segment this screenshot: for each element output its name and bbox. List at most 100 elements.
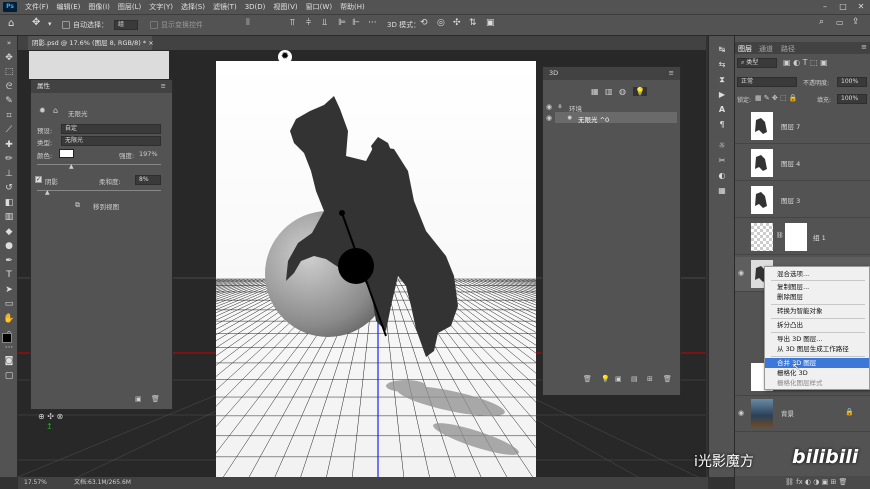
3d-delete-icon[interactable]: 🗑 — [583, 375, 592, 383]
chevron-down-icon[interactable]: ▾ — [48, 20, 52, 28]
fill-input[interactable]: 100% — [837, 94, 867, 104]
menu-item-export-3d-layer[interactable]: 导出 3D 图层... — [765, 334, 869, 344]
foreground-color-swatch[interactable] — [2, 333, 12, 343]
color-icon[interactable]: ◐ — [709, 168, 735, 183]
intensity-value[interactable]: 197% — [139, 150, 158, 158]
history-icon[interactable]: ⧗ — [709, 72, 735, 87]
menu-item-split-extrusion[interactable]: 拆分凸出 — [765, 320, 869, 330]
3d-add-icon[interactable]: ▤ — [631, 375, 638, 383]
maximize-icon[interactable]: □ — [834, 0, 852, 14]
filter-mesh-icon[interactable]: ▥ — [605, 87, 613, 96]
screen-mode-icon[interactable]: ▢ — [0, 369, 18, 384]
softness-slider-handle[interactable]: ▲ — [45, 189, 50, 196]
blend-mode-dropdown[interactable]: 正常 — [737, 77, 797, 87]
3d-axis-widget[interactable]: ⊕ ✣ ⊗ — [38, 412, 63, 421]
tab-paths[interactable]: 路径 — [781, 44, 795, 54]
toolbar-collapse-icon[interactable]: » — [0, 36, 18, 51]
scale-3d-icon[interactable]: ▣ — [486, 18, 495, 28]
menu-item-convert-smart-object[interactable]: 转换为智能对象 — [765, 306, 869, 316]
type-dropdown[interactable]: 无限光 — [61, 136, 161, 146]
menu-help[interactable]: 帮助(H) — [336, 2, 369, 12]
menu-select[interactable]: 选择(S) — [177, 2, 209, 12]
align-left-icon[interactable]: ⫴ — [246, 18, 250, 28]
intensity-slider[interactable] — [37, 164, 161, 165]
filter-scene-icon[interactable]: ▦ — [591, 87, 599, 96]
home-icon[interactable]: ⌂ — [8, 18, 14, 29]
sun-light-icon[interactable]: ✹ — [278, 50, 292, 64]
axis-gizmo-icon[interactable]: ↥ — [46, 422, 53, 431]
hand-tool-icon[interactable]: ✋ — [0, 312, 18, 327]
workspace-icon[interactable]: ▭ — [836, 18, 844, 27]
auto-select-checkbox[interactable] — [62, 21, 70, 29]
blur-tool-icon[interactable]: ◆ — [0, 225, 18, 240]
align-vcenter-icon[interactable]: ⫩ — [306, 18, 311, 28]
align-bottom-icon[interactable]: ⫫ — [322, 18, 327, 28]
show-transform-checkbox[interactable] — [150, 21, 158, 29]
slide-3d-icon[interactable]: ⇅ — [469, 18, 477, 28]
menu-3d[interactable]: 3D(D) — [241, 3, 270, 11]
layer-row[interactable]: 图层 3 — [735, 183, 870, 218]
menu-view[interactable]: 视图(V) — [269, 2, 301, 12]
layer-row[interactable]: ⛓ 组 1 — [735, 220, 870, 255]
clone-source-icon[interactable]: ✂ — [709, 153, 735, 168]
filter-light-icon[interactable]: 💡 — [633, 87, 647, 96]
menu-window[interactable]: 窗口(W) — [302, 2, 336, 12]
shadow-checkbox[interactable]: ✓ — [35, 176, 42, 183]
stamp-tool-icon[interactable]: ⊥ — [0, 167, 18, 182]
move-tool-icon[interactable]: ✥ — [32, 17, 40, 28]
move-to-view-button[interactable]: 移到视图 — [93, 201, 119, 211]
layer-name[interactable]: 图层 4 — [781, 158, 800, 168]
canvas-3d-scene[interactable] — [216, 61, 536, 479]
softness-slider[interactable] — [37, 190, 161, 191]
layer-name[interactable]: 背景 — [781, 408, 794, 418]
swatches-icon[interactable]: ▦ — [709, 183, 735, 198]
panel-add-icon[interactable]: ▣ — [135, 395, 142, 403]
align-top-icon[interactable]: ⫪ — [290, 18, 295, 28]
marquee-tool-icon[interactable]: ⬚ — [0, 65, 18, 80]
menu-layer[interactable]: 图层(L) — [114, 2, 145, 12]
layer-name[interactable]: 图层 3 — [781, 195, 800, 205]
layer-footer-icons[interactable]: ⛓ fx ◐ ◑ ▣ ⊞ 🗑 — [785, 478, 847, 486]
gradient-tool-icon[interactable]: ▥ — [0, 210, 18, 225]
softness-input[interactable]: 8% — [135, 175, 161, 185]
tab-channels[interactable]: 通道 — [759, 44, 773, 54]
rectangle-tool-icon[interactable]: ▭ — [0, 297, 18, 312]
visibility-eye-icon[interactable]: ◉ — [738, 409, 744, 417]
align-hleft-icon[interactable]: ⊫ — [338, 18, 346, 28]
crop-tool-icon[interactable]: ⌗ — [0, 109, 18, 124]
menu-file[interactable]: 文件(F) — [21, 2, 53, 12]
lock-icons[interactable]: ▦ ✎ ✥ ⬚ 🔒 — [755, 94, 798, 102]
menu-filter[interactable]: 滤镜(T) — [209, 2, 241, 12]
path-select-tool-icon[interactable]: ➤ — [0, 283, 18, 298]
layer-kind-filter[interactable]: ⌕ 类型 — [737, 58, 777, 68]
tab-layers[interactable]: 图层 — [738, 44, 752, 54]
panel-menu-icon[interactable]: ≡ — [161, 80, 166, 93]
more-options-icon[interactable]: ··· — [368, 18, 377, 28]
share-icon[interactable]: ⇪ — [852, 17, 860, 27]
type-tool-icon[interactable]: T — [0, 268, 18, 283]
layer-row[interactable]: 图层 4 — [735, 146, 870, 181]
quick-mask-icon[interactable]: ◙ — [0, 354, 18, 369]
lasso-tool-icon[interactable]: ᘓ — [0, 80, 18, 95]
opacity-input[interactable]: 100% — [837, 77, 867, 87]
move-tool-icon[interactable]: ✥ — [0, 51, 18, 66]
menu-item-rasterize-layer-style[interactable]: 栅格化图层样式 — [765, 378, 869, 388]
menu-image[interactable]: 图像(I) — [84, 2, 114, 12]
actions-icon[interactable]: ▶ — [709, 87, 735, 102]
brush-tool-icon[interactable]: ✏ — [0, 152, 18, 167]
menu-type[interactable]: 文字(Y) — [145, 2, 177, 12]
filter-material-icon[interactable]: ◍ — [619, 87, 626, 96]
roll-3d-icon[interactable]: ◎ — [437, 18, 445, 28]
3d-panel-menu-icon[interactable]: ≡ — [669, 67, 674, 80]
3d-add-light-icon[interactable]: 💡 — [601, 375, 610, 383]
panel-delete-icon[interactable]: 🗑 — [151, 395, 160, 403]
3d-render-icon[interactable]: ▣ — [615, 375, 622, 383]
intensity-slider-handle[interactable]: ▲ — [69, 163, 74, 170]
pan-3d-icon[interactable]: ✣ — [453, 18, 461, 28]
visibility-eye-icon[interactable]: ◉ — [738, 269, 744, 277]
dodge-tool-icon[interactable]: ● — [0, 239, 18, 254]
layer-name[interactable]: 图层 7 — [781, 121, 800, 131]
layer-row[interactable]: 图层 7 — [735, 109, 870, 144]
menu-item-duplicate-layer[interactable]: 复制图层... — [765, 282, 869, 292]
pen-tool-icon[interactable]: ✒ — [0, 254, 18, 269]
